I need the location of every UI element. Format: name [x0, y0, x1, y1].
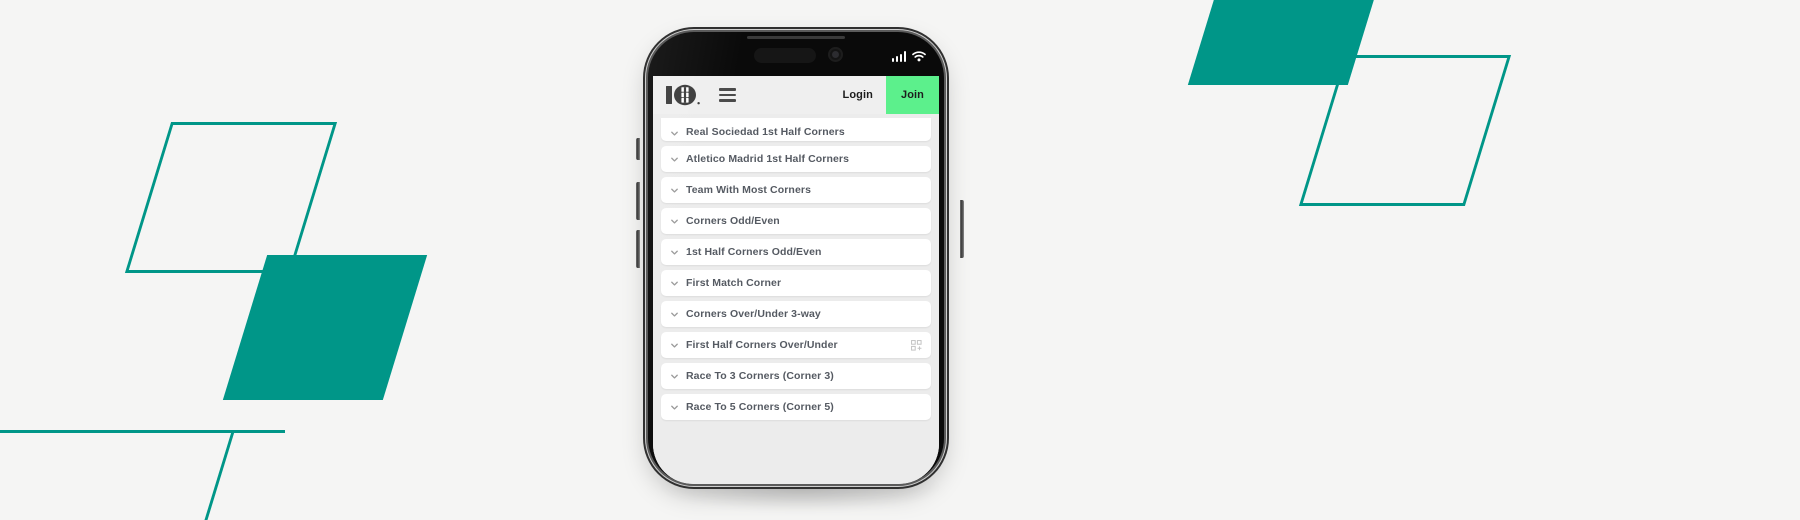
market-row[interactable]: Race To 3 Corners (Corner 3) — [661, 363, 931, 389]
app-header: Login Join — [653, 76, 939, 114]
decorative-diagonal-line-left — [198, 430, 235, 520]
market-row[interactable]: First Half Corners Over/Under — [661, 332, 931, 358]
market-row[interactable]: Atletico Madrid 1st Half Corners — [661, 146, 931, 172]
wifi-icon — [912, 51, 926, 62]
earpiece-speaker — [747, 36, 845, 39]
page-canvas: Login Join Real Sociedad 1st Half Corner… — [0, 0, 1800, 520]
chevron-down-icon — [670, 310, 679, 319]
chevron-down-icon — [670, 129, 679, 138]
market-label: First Half Corners Over/Under — [686, 339, 838, 351]
chevron-down-icon — [670, 155, 679, 164]
market-label: 1st Half Corners Odd/Even — [686, 246, 822, 258]
grid-stats-icon[interactable] — [911, 339, 922, 351]
signal-bars-icon — [891, 51, 906, 62]
market-label: First Match Corner — [686, 277, 782, 289]
chevron-down-icon — [670, 341, 679, 350]
market-label: Corners Over/Under 3-way — [686, 308, 821, 320]
chevron-down-icon — [670, 279, 679, 288]
market-label: Race To 5 Corners (Corner 5) — [686, 401, 834, 413]
market-label: Race To 3 Corners (Corner 3) — [686, 370, 834, 382]
market-row[interactable]: Race To 5 Corners (Corner 5) — [661, 394, 931, 420]
status-bar-icons — [891, 48, 927, 62]
tenbet-logo[interactable] — [666, 83, 706, 107]
chevron-down-icon — [670, 372, 679, 381]
market-list[interactable]: Real Sociedad 1st Half Corners Atletico M… — [653, 114, 939, 484]
decorative-parallelogram-filled-right — [1187, 0, 1393, 85]
market-label: Real Sociedad 1st Half Corners — [686, 126, 845, 138]
chevron-down-icon — [670, 403, 679, 412]
market-row[interactable]: First Match Corner — [661, 270, 931, 296]
decorative-parallelogram-outline-left — [124, 122, 338, 273]
decorative-parallelogram-filled-left — [222, 255, 428, 400]
hamburger-menu-icon[interactable] — [719, 88, 736, 102]
silent-switch-button[interactable] — [636, 138, 640, 160]
decorative-horizontal-rule-left — [0, 430, 285, 433]
market-row[interactable]: Corners Odd/Even — [661, 208, 931, 234]
market-row[interactable]: 1st Half Corners Odd/Even — [661, 239, 931, 265]
decorative-parallelogram-outline-right — [1298, 55, 1512, 206]
header-actions: Login Join — [830, 76, 939, 114]
chevron-down-icon — [670, 217, 679, 226]
phone-mockup: Login Join Real Sociedad 1st Half Corner… — [636, 32, 964, 512]
phone-screen: Login Join Real Sociedad 1st Half Corner… — [653, 76, 939, 484]
volume-down-button[interactable] — [636, 230, 640, 268]
join-button[interactable]: Join — [885, 76, 939, 114]
market-label: Corners Odd/Even — [686, 215, 780, 227]
power-button[interactable] — [960, 200, 964, 258]
market-row[interactable]: Team With Most Corners — [661, 177, 931, 203]
chevron-down-icon — [670, 186, 679, 195]
chevron-down-icon — [670, 248, 679, 257]
market-label: Team With Most Corners — [686, 184, 812, 196]
front-camera-icon — [828, 47, 843, 62]
dynamic-island — [754, 48, 816, 63]
market-row[interactable]: Real Sociedad 1st Half Corners — [661, 118, 931, 141]
login-button[interactable]: Login — [830, 76, 886, 114]
market-row[interactable]: Corners Over/Under 3-way — [661, 301, 931, 327]
market-label: Atletico Madrid 1st Half Corners — [686, 153, 850, 165]
volume-up-button[interactable] — [636, 182, 640, 220]
phone-body: Login Join Real Sociedad 1st Half Corner… — [648, 32, 944, 484]
